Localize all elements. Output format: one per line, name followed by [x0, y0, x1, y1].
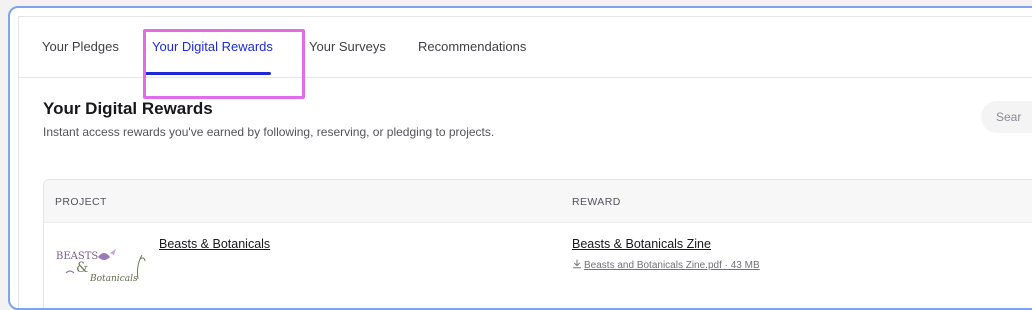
project-thumbnail-image: BEASTS & Botanicals: [54, 239, 146, 284]
thumbnail-text-botanicals: Botanicals: [89, 274, 138, 283]
download-file-link[interactable]: Beasts and Botanicals Zine.pdf · 43 MB: [572, 259, 760, 271]
project-link[interactable]: Beasts & Botanicals: [159, 237, 270, 251]
rewards-table: PROJECT REWARD BEASTS & Botanicals Beast…: [43, 179, 1032, 308]
table-row: BEASTS & Botanicals Beasts & Botanicals …: [44, 222, 1032, 308]
project-thumbnail[interactable]: BEASTS & Botanicals: [54, 239, 146, 284]
section-title: Your Digital Rewards: [43, 99, 213, 118]
download-file-label: Beasts and Botanicals Zine.pdf · 43 MB: [584, 260, 760, 271]
section-subtitle: Instant access rewards you've earned by …: [43, 125, 495, 139]
thumbnail-text-ampersand: &: [76, 260, 88, 276]
column-header-reward: REWARD: [572, 196, 621, 208]
tab-your-surveys[interactable]: Your Surveys: [309, 39, 386, 54]
download-icon: [573, 259, 581, 269]
search-input[interactable]: Sear: [981, 101, 1032, 133]
window-frame: Your Pledges Your Digital Rewards Your S…: [8, 6, 1032, 310]
table-header: PROJECT REWARD: [44, 180, 1032, 223]
rewards-panel: Your Pledges Your Digital Rewards Your S…: [18, 16, 1032, 308]
annotation-highlight-box: [143, 29, 305, 99]
tab-your-pledges[interactable]: Your Pledges: [42, 39, 119, 54]
reward-link[interactable]: Beasts & Botanicals Zine: [572, 237, 711, 251]
column-header-project: PROJECT: [55, 196, 107, 208]
tab-recommendations[interactable]: Recommendations: [418, 39, 526, 54]
